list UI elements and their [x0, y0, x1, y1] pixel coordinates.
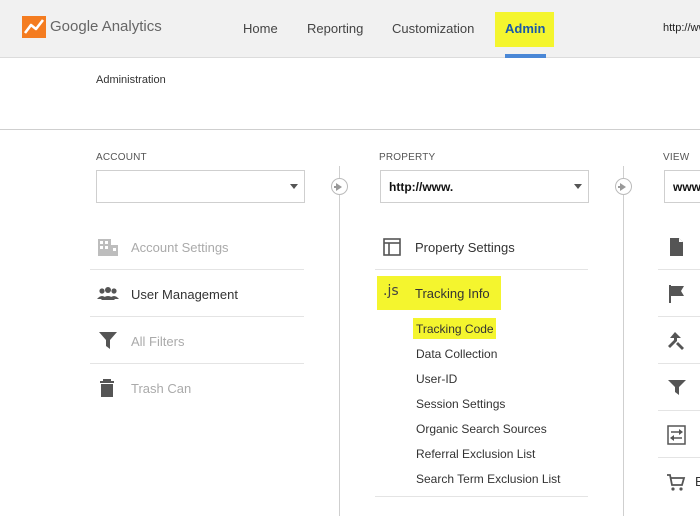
cart-icon	[667, 474, 686, 491]
property-select[interactable]: http://www.	[380, 170, 589, 203]
submenu-user-id[interactable]: User-ID	[416, 372, 457, 386]
account-select[interactable]	[96, 170, 305, 203]
submenu-session-settings[interactable]: Session Settings	[416, 397, 505, 411]
view-channel-item[interactable]	[658, 411, 700, 458]
all-filters-item[interactable]: All Filters	[90, 317, 304, 364]
column-separator	[339, 166, 340, 516]
divider	[375, 496, 588, 497]
user-management-label: User Management	[131, 287, 238, 302]
view-settings-item[interactable]	[658, 223, 700, 270]
page-title: Administration	[96, 74, 166, 86]
trash-icon	[100, 379, 114, 397]
property-column-label: PROPERTY	[379, 152, 436, 163]
merge-icon	[668, 332, 684, 350]
chevron-down-icon	[574, 184, 582, 189]
submenu-search-term-exclusion-list[interactable]: Search Term Exclusion List	[416, 472, 561, 486]
active-tab-underline	[505, 54, 546, 58]
tracking-info-label: Tracking Info	[415, 286, 490, 301]
property-url: http://ww	[663, 22, 700, 34]
trash-can-label: Trash Can	[131, 381, 192, 396]
flag-icon	[669, 285, 684, 303]
account-column-label: ACCOUNT	[96, 152, 147, 163]
chevron-down-icon	[290, 184, 298, 189]
arrow-right-icon	[615, 178, 632, 195]
user-management-item[interactable]: User Management	[90, 270, 304, 317]
account-settings-item[interactable]: Account Settings	[90, 223, 304, 270]
view-column-label: VIEW	[663, 152, 690, 163]
view-ecommerce-label: E	[695, 474, 700, 489]
view-select-value: www	[673, 180, 700, 194]
filter-icon	[668, 380, 686, 395]
all-filters-label: All Filters	[131, 334, 185, 349]
submenu-tracking-code[interactable]: Tracking Code	[416, 322, 494, 336]
layout-icon	[383, 238, 401, 256]
view-grouping-item[interactable]	[658, 317, 700, 364]
submenu-organic-search-sources[interactable]: Organic Search Sources	[416, 422, 547, 436]
column-separator	[623, 166, 624, 516]
property-settings-item[interactable]: Property Settings	[375, 223, 588, 270]
brand-name: Google Analytics	[50, 18, 162, 35]
nav-admin[interactable]: Admin	[505, 21, 545, 36]
transfer-icon	[667, 425, 686, 445]
divider	[0, 129, 700, 130]
js-icon: .js	[383, 283, 399, 299]
analytics-logo-icon	[22, 16, 46, 38]
view-ecommerce-item[interactable]: E	[658, 458, 700, 505]
view-goals-item[interactable]	[658, 270, 700, 317]
view-select[interactable]: www	[664, 170, 700, 203]
nav-home[interactable]: Home	[243, 21, 278, 36]
submenu-data-collection[interactable]: Data Collection	[416, 347, 497, 361]
top-bar: Google Analytics Home Reporting Customiz…	[0, 0, 700, 58]
nav-reporting[interactable]: Reporting	[307, 21, 363, 36]
document-icon	[670, 238, 683, 256]
building-icon	[98, 239, 118, 256]
arrow-right-icon	[331, 178, 348, 195]
users-icon	[97, 287, 119, 300]
filter-icon	[99, 332, 117, 349]
view-filters-item[interactable]	[658, 364, 700, 411]
submenu-referral-exclusion-list[interactable]: Referral Exclusion List	[416, 447, 535, 461]
property-settings-label: Property Settings	[415, 240, 515, 255]
nav-customization[interactable]: Customization	[392, 21, 474, 36]
trash-can-item[interactable]: Trash Can	[90, 364, 304, 411]
account-settings-label: Account Settings	[131, 240, 229, 255]
property-select-value: http://www.	[389, 180, 454, 194]
